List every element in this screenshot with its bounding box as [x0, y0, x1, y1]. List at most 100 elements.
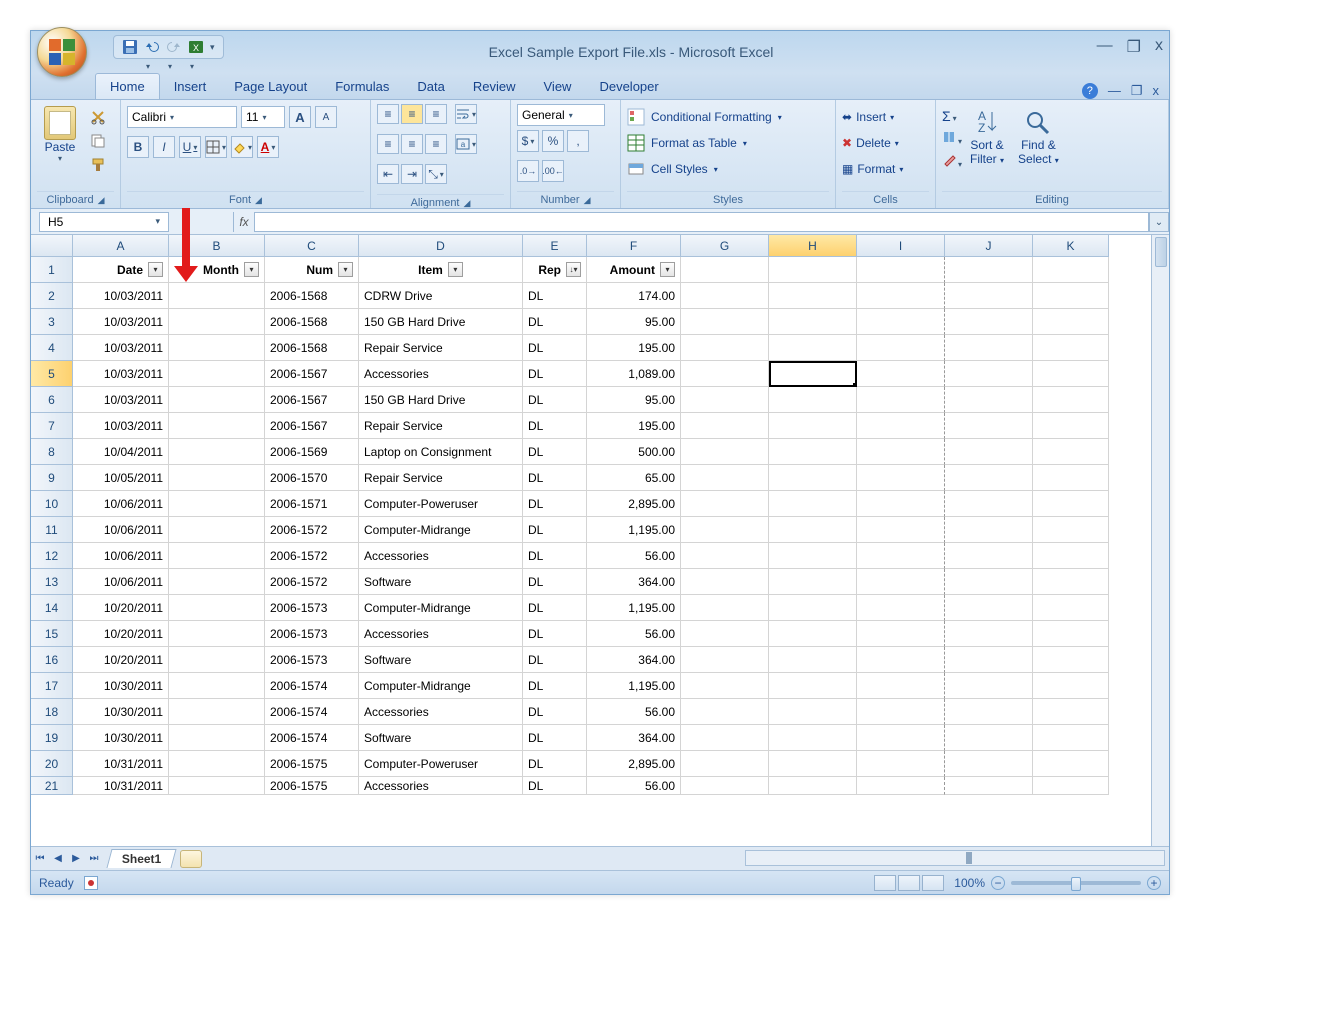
cell[interactable]: 2,895.00: [587, 751, 681, 777]
cell[interactable]: [769, 465, 857, 491]
cell[interactable]: DL: [523, 335, 587, 361]
cell[interactable]: [857, 569, 945, 595]
cell[interactable]: [681, 699, 769, 725]
ribbon-minimize-icon[interactable]: —: [1108, 83, 1121, 99]
restore-button[interactable]: ❐: [1127, 37, 1141, 57]
cell[interactable]: 10/06/2011: [73, 569, 169, 595]
cell[interactable]: DL: [523, 309, 587, 335]
header-num[interactable]: Num▾: [265, 257, 359, 283]
sheet-nav-last-icon[interactable]: ⏭: [85, 850, 103, 868]
col-header-G[interactable]: G: [681, 235, 769, 257]
cell[interactable]: 10/06/2011: [73, 517, 169, 543]
increase-decimal-button[interactable]: .0→: [517, 160, 539, 182]
vertical-scrollbar[interactable]: [1151, 235, 1169, 846]
underline-button[interactable]: U: [179, 136, 201, 158]
help-icon[interactable]: ?: [1082, 83, 1098, 99]
cell[interactable]: [945, 595, 1033, 621]
cell[interactable]: [169, 465, 265, 491]
row-header-20[interactable]: 20: [31, 751, 73, 777]
format-as-table-button[interactable]: Format as Table▾: [627, 130, 747, 156]
cell[interactable]: [681, 621, 769, 647]
new-sheet-button[interactable]: [180, 850, 202, 868]
cell[interactable]: [945, 621, 1033, 647]
fx-button[interactable]: fx: [233, 212, 255, 232]
cell[interactable]: Laptop on Consignment: [359, 439, 523, 465]
cell[interactable]: [681, 777, 769, 795]
row-header-2[interactable]: 2: [31, 283, 73, 309]
minimize-button[interactable]: —: [1097, 37, 1113, 57]
tab-formulas[interactable]: Formulas: [321, 74, 403, 99]
undo-icon[interactable]: [144, 39, 160, 55]
accounting-button[interactable]: $: [517, 130, 539, 152]
cell[interactable]: [681, 387, 769, 413]
cell[interactable]: [945, 387, 1033, 413]
cell[interactable]: 56.00: [587, 699, 681, 725]
cell[interactable]: 150 GB Hard Drive: [359, 309, 523, 335]
formula-expand-icon[interactable]: ⌄: [1149, 212, 1169, 232]
cell[interactable]: 10/30/2011: [73, 673, 169, 699]
filter-num-icon[interactable]: ▾: [338, 262, 353, 277]
cell[interactable]: 1,195.00: [587, 673, 681, 699]
cell[interactable]: 2006-1568: [265, 283, 359, 309]
cell[interactable]: [1033, 465, 1109, 491]
italic-button[interactable]: I: [153, 136, 175, 158]
cell[interactable]: [945, 569, 1033, 595]
cell[interactable]: 10/20/2011: [73, 621, 169, 647]
excel-app-icon[interactable]: X: [188, 39, 204, 55]
row-header-9[interactable]: 9: [31, 465, 73, 491]
cell[interactable]: [945, 309, 1033, 335]
cell[interactable]: [1033, 647, 1109, 673]
cell[interactable]: 10/31/2011: [73, 777, 169, 795]
cell[interactable]: DL: [523, 673, 587, 699]
cell[interactable]: 364.00: [587, 569, 681, 595]
col-header-E[interactable]: E: [523, 235, 587, 257]
cell[interactable]: [945, 543, 1033, 569]
row-header-15[interactable]: 15: [31, 621, 73, 647]
number-format-combo[interactable]: General▾: [517, 104, 605, 126]
macro-record-icon[interactable]: [84, 876, 98, 890]
cell[interactable]: 65.00: [587, 465, 681, 491]
cell[interactable]: [857, 699, 945, 725]
cell[interactable]: 10/20/2011: [73, 647, 169, 673]
cell[interactable]: [1033, 413, 1109, 439]
cell[interactable]: [681, 595, 769, 621]
cell[interactable]: [769, 517, 857, 543]
cell[interactable]: [857, 283, 945, 309]
cell[interactable]: [769, 699, 857, 725]
cell[interactable]: 10/20/2011: [73, 595, 169, 621]
cell[interactable]: DL: [523, 777, 587, 795]
row-header-10[interactable]: 10: [31, 491, 73, 517]
cell[interactable]: 174.00: [587, 283, 681, 309]
col-header-K[interactable]: K: [1033, 235, 1109, 257]
cell[interactable]: [681, 725, 769, 751]
cell[interactable]: [1033, 751, 1109, 777]
horizontal-scrollbar[interactable]: [745, 850, 1165, 866]
cell[interactable]: Repair Service: [359, 465, 523, 491]
cell[interactable]: [857, 595, 945, 621]
cell[interactable]: DL: [523, 595, 587, 621]
cell[interactable]: 2006-1573: [265, 647, 359, 673]
cell[interactable]: [857, 439, 945, 465]
row-header-17[interactable]: 17: [31, 673, 73, 699]
cell[interactable]: DL: [523, 491, 587, 517]
header-rep[interactable]: Rep↓▾: [523, 257, 587, 283]
cell[interactable]: DL: [523, 543, 587, 569]
cell[interactable]: Computer-Midrange: [359, 595, 523, 621]
cell[interactable]: [945, 751, 1033, 777]
cell[interactable]: DL: [523, 751, 587, 777]
cell[interactable]: [769, 335, 857, 361]
cell-H1[interactable]: [769, 257, 857, 283]
sort-filter-button[interactable]: AZ Sort & Filter ▾: [970, 108, 1004, 166]
row-header-14[interactable]: 14: [31, 595, 73, 621]
sheet-tab-1[interactable]: Sheet1: [106, 849, 176, 868]
row-header-13[interactable]: 13: [31, 569, 73, 595]
cell[interactable]: [169, 491, 265, 517]
cell[interactable]: 95.00: [587, 309, 681, 335]
cell[interactable]: [769, 569, 857, 595]
align-bottom-button[interactable]: ≡: [425, 104, 447, 124]
col-header-D[interactable]: D: [359, 235, 523, 257]
cell[interactable]: [681, 309, 769, 335]
cell[interactable]: [169, 621, 265, 647]
fill-button[interactable]: [942, 130, 962, 147]
cell[interactable]: [769, 413, 857, 439]
